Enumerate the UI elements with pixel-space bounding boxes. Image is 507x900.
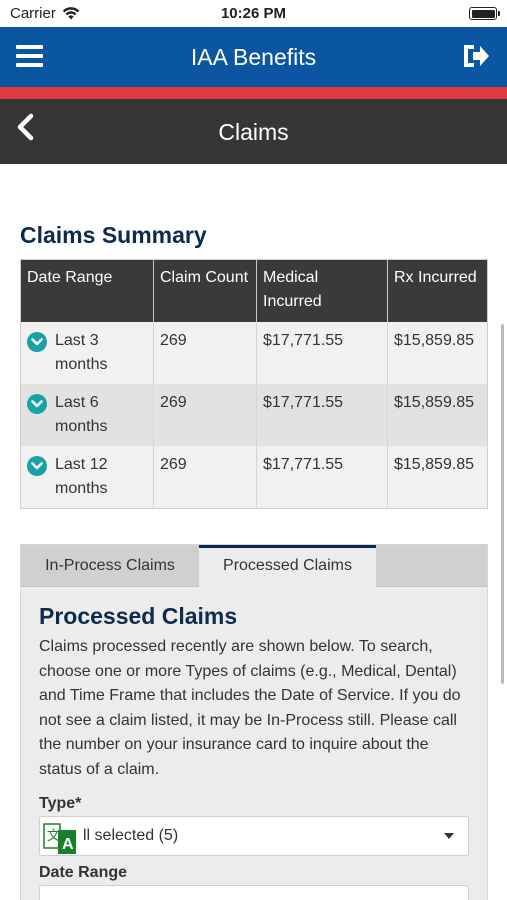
- table-row[interactable]: Last 12 months 269 $17,771.55 $15,859.85: [20, 445, 488, 508]
- claims-tabs-panel: In-Process Claims Processed Claims Proce…: [20, 544, 488, 900]
- processed-claims-heading: Processed Claims: [39, 603, 238, 629]
- type-label: Type*: [39, 795, 82, 812]
- tab-strip: In-Process Claims Processed Claims: [21, 545, 487, 588]
- tab-in-process-claims[interactable]: In-Process Claims: [21, 545, 199, 587]
- date-range-label: Date Range: [39, 864, 128, 881]
- app-header: IAA Benefits: [0, 27, 507, 87]
- app-title: IAA Benefits: [190, 44, 317, 70]
- chevron-down-icon[interactable]: [27, 331, 47, 352]
- date-range-label: Last 6 months: [55, 393, 108, 435]
- claims-summary-table: Date Range Claim Count Medical Incurred …: [20, 259, 488, 509]
- claim-count-cell: 269: [153, 383, 257, 446]
- claim-count-cell: 269: [153, 445, 257, 508]
- medical-incurred-cell: $17,771.55: [256, 321, 388, 384]
- table-header-row: Date Range Claim Count Medical Incurred …: [20, 259, 488, 322]
- status-bar: Carrier 10:26 PM: [0, 0, 507, 27]
- date-range-select[interactable]: [39, 885, 469, 900]
- header-medical-incurred: Medical Incurred: [256, 259, 388, 322]
- processed-claims-panel: Processed Claims Claims processed recent…: [21, 587, 487, 900]
- table-row[interactable]: Last 6 months 269 $17,771.55 $15,859.85: [20, 383, 488, 446]
- logout-icon[interactable]: [461, 42, 491, 70]
- page-header: Claims: [0, 99, 507, 164]
- header-date-range: Date Range: [20, 259, 154, 322]
- clock: 10:26 PM: [220, 5, 287, 22]
- tab-processed-claims[interactable]: Processed Claims: [199, 545, 376, 588]
- chevron-down-icon[interactable]: [27, 393, 47, 414]
- claim-count-cell: 269: [153, 321, 257, 384]
- type-select[interactable]: 文 A ll selected (5): [39, 816, 469, 856]
- page-title: Claims: [218, 119, 289, 145]
- chevron-down-icon[interactable]: [27, 455, 47, 476]
- translate-icon[interactable]: 文 A: [42, 820, 78, 856]
- medical-incurred-cell: $17,771.55: [256, 383, 388, 446]
- medical-incurred-cell: $17,771.55: [256, 445, 388, 508]
- date-range-label: Last 12 months: [55, 455, 108, 497]
- header-rx-incurred: Rx Incurred: [387, 259, 488, 322]
- header-claim-count: Claim Count: [153, 259, 257, 322]
- processed-claims-description: Claims processed recently are shown belo…: [39, 638, 461, 778]
- rx-incurred-cell: $15,859.85: [387, 445, 488, 508]
- date-range-cell: Last 12 months: [20, 445, 154, 508]
- rx-incurred-cell: $15,859.85: [387, 321, 488, 384]
- date-range-cell: Last 3 months: [20, 321, 154, 384]
- claims-summary-heading: Claims Summary: [20, 222, 207, 248]
- accent-strip: [0, 87, 507, 99]
- svg-text:A: A: [62, 836, 74, 853]
- table-row[interactable]: Last 3 months 269 $17,771.55 $15,859.85: [20, 321, 488, 384]
- battery-icon: [469, 7, 500, 20]
- date-range-label: Last 3 months: [55, 331, 108, 373]
- main-content: Claims Summary Date Range Claim Count Me…: [0, 164, 507, 900]
- caret-down-icon: [444, 833, 454, 839]
- date-range-cell: Last 6 months: [20, 383, 154, 446]
- scrollbar[interactable]: [501, 324, 504, 684]
- type-select-value: ll selected (5): [83, 827, 179, 844]
- rx-incurred-cell: $15,859.85: [387, 383, 488, 446]
